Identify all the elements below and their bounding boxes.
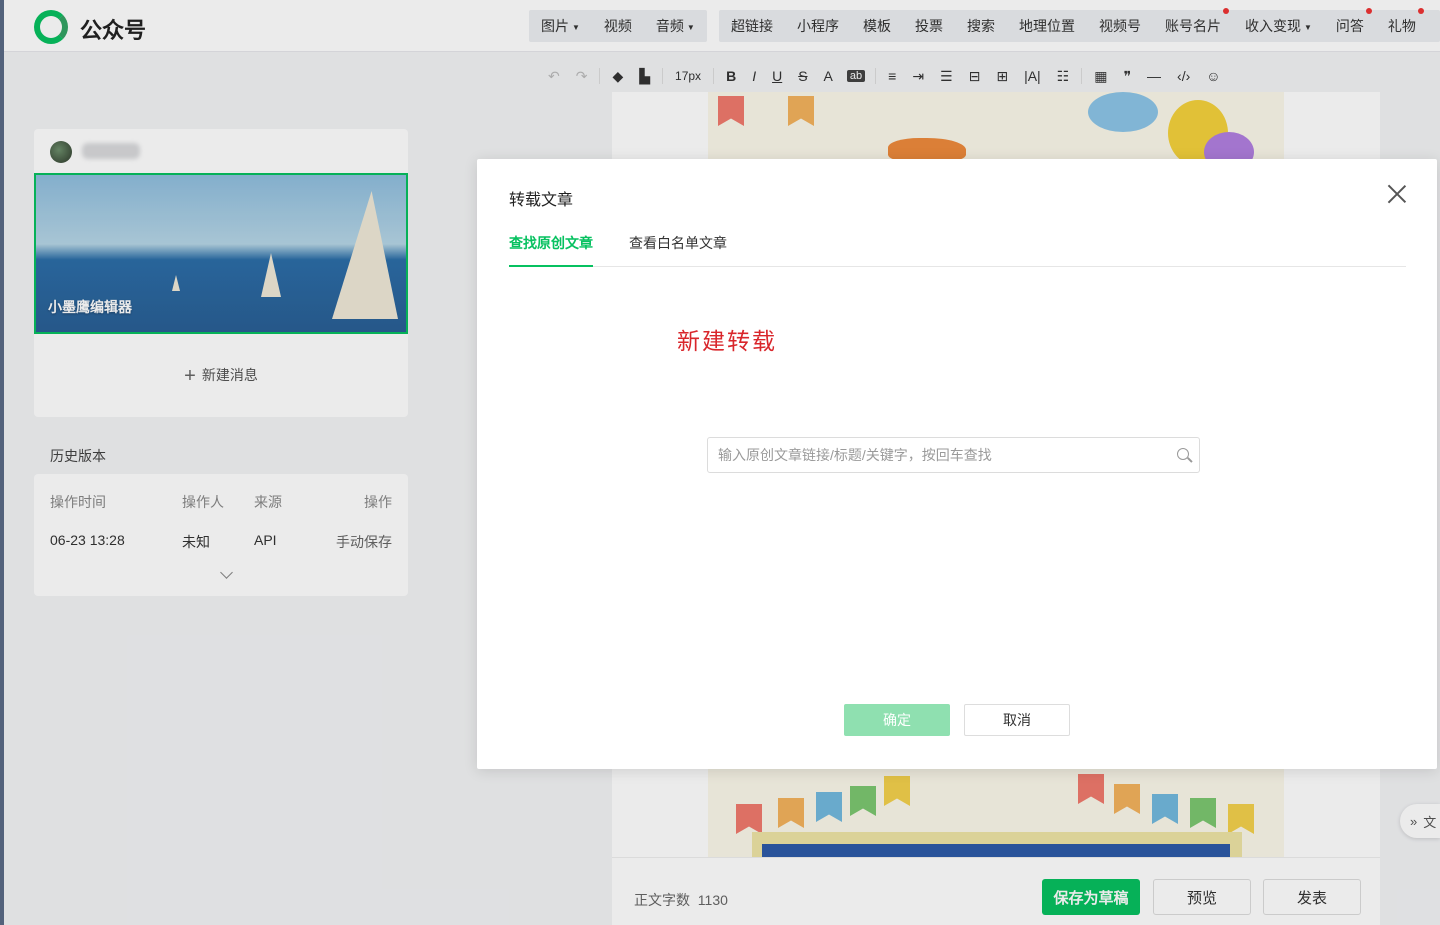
repost-article-dialog: 转载文章 查找原创文章 查看白名单文章 新建转载 确定 取消 bbox=[477, 159, 1437, 769]
tab-whitelist-articles[interactable]: 查看白名单文章 bbox=[629, 233, 727, 267]
search-icon[interactable] bbox=[1177, 448, 1189, 460]
article-search-input[interactable] bbox=[718, 438, 1168, 472]
dialog-title: 转载文章 bbox=[509, 192, 574, 209]
confirm-button[interactable]: 确定 bbox=[844, 704, 950, 736]
article-search-box bbox=[707, 437, 1200, 473]
cancel-button[interactable]: 取消 bbox=[964, 704, 1070, 736]
close-icon[interactable] bbox=[1387, 184, 1407, 204]
annotation-text: 新建转载 bbox=[677, 329, 777, 355]
tab-find-original[interactable]: 查找原创文章 bbox=[509, 233, 593, 267]
dialog-tabs: 查找原创文章 查看白名单文章 bbox=[509, 233, 1406, 267]
